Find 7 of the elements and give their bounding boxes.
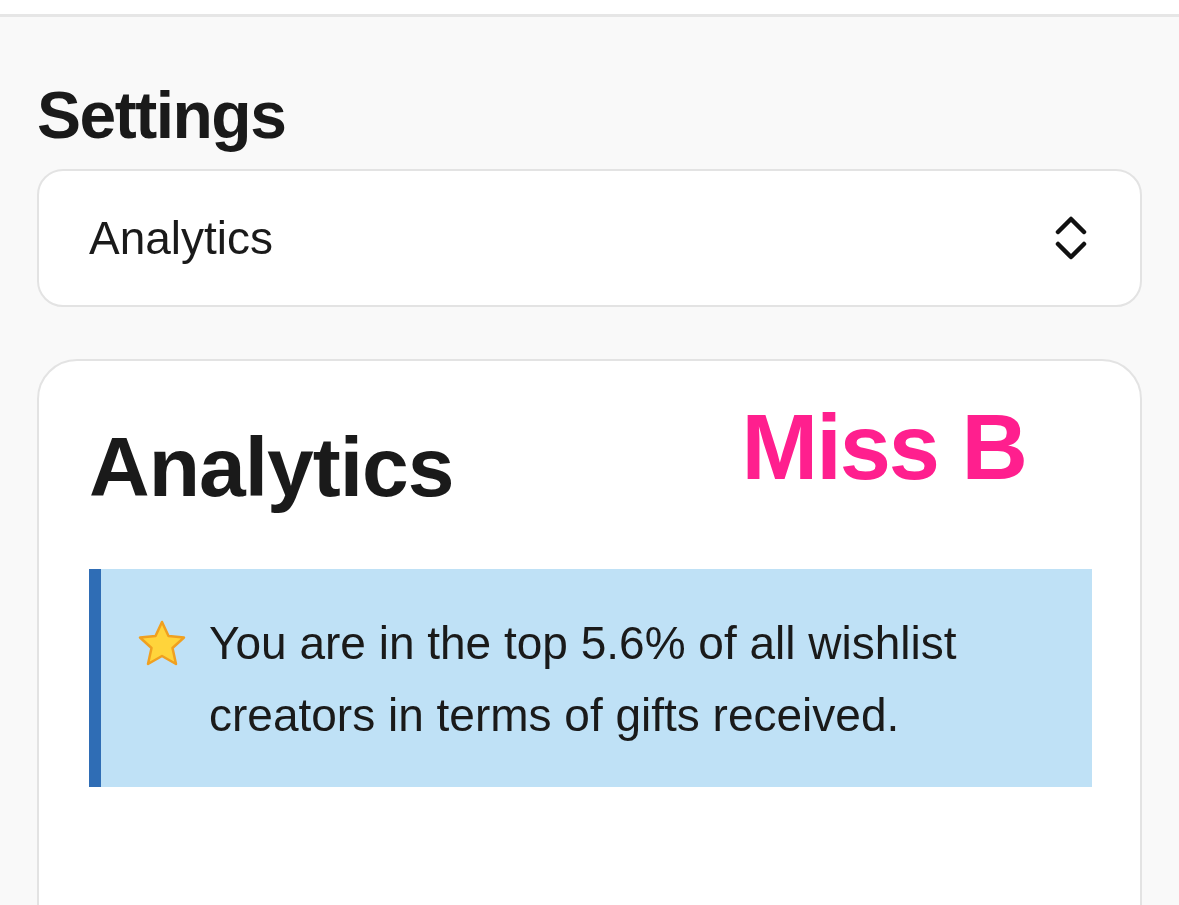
card-title: Analytics [89,419,454,516]
section-select[interactable]: Analytics [37,169,1142,307]
page-title: Settings [37,79,287,151]
overlay-label: Miss B [741,397,1027,497]
star-icon [137,619,187,667]
callout-text: You are in the top 5.6% of all wishlist creators in terms of gifts received. [209,616,958,743]
up-down-chevron-icon [1054,214,1088,262]
